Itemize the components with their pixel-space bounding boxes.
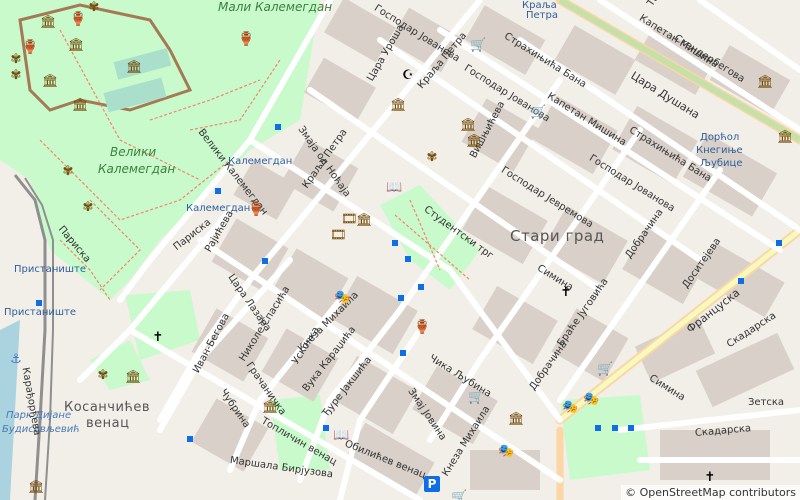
viewpoint-icon[interactable]: ✾ — [80, 200, 96, 216]
label-dorcol-1: Дорћол — [700, 132, 740, 143]
bus-stop-icon[interactable] — [398, 295, 404, 301]
arts-centre-icon[interactable]: 🏺 — [22, 40, 38, 56]
museum-icon[interactable]: 🏛 — [262, 400, 279, 416]
label-kralja-petra-top2: Петра — [526, 10, 558, 21]
bus-stop-icon[interactable] — [612, 425, 618, 431]
museum-icon[interactable]: 🏛 — [72, 98, 89, 114]
label-mali-kalemegdan: Мали Калемегдан — [218, 0, 333, 14]
place-of-worship-icon[interactable]: ✝ — [558, 285, 574, 301]
bus-stop-icon[interactable] — [275, 124, 281, 130]
museum-icon[interactable]: 🏛 — [466, 134, 483, 150]
museum-icon[interactable]: 🏛 — [508, 412, 525, 428]
museum-icon[interactable]: 🏛 — [126, 60, 143, 76]
bus-stop-icon[interactable] — [262, 258, 268, 264]
bus-stop-icon[interactable] — [400, 350, 406, 356]
museum-icon[interactable]: 🏛 — [390, 98, 407, 114]
viewpoint-icon[interactable]: ✾ — [8, 68, 24, 84]
bus-stop-icon[interactable] — [418, 284, 424, 290]
museum-icon[interactable]: 🏛 — [460, 118, 477, 134]
bus-stop-icon[interactable] — [628, 425, 634, 431]
place-of-worship-icon[interactable]: ✝ — [150, 330, 166, 346]
parking-icon[interactable]: P — [424, 476, 440, 492]
viewpoint-icon[interactable]: ✾ — [95, 368, 111, 384]
label-kalemegdan-stop-2: Калемегдан — [186, 203, 251, 214]
attribution-link[interactable]: OpenStreetMap contributors — [640, 486, 796, 499]
label-veliki-kalemegdan-park-1: Велики — [110, 145, 157, 159]
museum-icon[interactable]: 🏛 — [356, 213, 373, 229]
mosque-icon[interactable]: ☪ — [400, 68, 416, 84]
museum-icon[interactable]: 🏛 — [757, 75, 774, 91]
bus-stop-icon[interactable] — [595, 425, 601, 431]
bus-stop-icon[interactable] — [323, 425, 329, 431]
bus-stop-icon[interactable] — [405, 256, 411, 262]
bus-stop-icon[interactable] — [738, 278, 744, 284]
shop-icon[interactable]: 🛒 — [470, 38, 486, 54]
anchor-icon[interactable]: ⚓ — [8, 352, 24, 368]
arts-centre-icon[interactable]: 🏺 — [414, 320, 430, 336]
bus-stop-icon[interactable] — [187, 436, 193, 442]
cinema-icon[interactable]: 🎞 — [330, 228, 347, 244]
museum-icon[interactable]: 🏛 — [28, 480, 45, 496]
viewpoint-icon[interactable]: ✾ — [60, 164, 76, 180]
bus-stop-icon[interactable] — [36, 300, 42, 306]
bus-stop-icon[interactable] — [776, 240, 782, 246]
theatre-icon[interactable]: 🎭 — [583, 392, 599, 408]
label-kalemegdan-stop-1: Калемегдан — [228, 156, 293, 167]
library-icon[interactable]: 📖 — [386, 180, 402, 196]
arts-centre-icon[interactable]: 🏺 — [70, 12, 86, 28]
theatre-icon[interactable]: 🎭 — [562, 400, 578, 416]
shop-icon[interactable]: 🛒 — [530, 105, 546, 121]
theatre-icon[interactable]: 🎭 — [334, 290, 350, 306]
cinema-icon[interactable]: 🎞 — [341, 212, 358, 228]
theatre-icon[interactable]: 🎭 — [498, 444, 514, 460]
library-icon[interactable]: 📖 — [333, 428, 349, 444]
railway — [13, 174, 47, 500]
shop-icon[interactable]: 🛒 — [451, 490, 467, 500]
label-dorcol-3: Љубице — [700, 158, 743, 169]
label-zetska: Зетска — [748, 397, 785, 408]
label-dorcol-2: Кнегиње — [696, 145, 743, 156]
label-kosancicev-1: Косанчићев — [64, 400, 151, 415]
label-pristaniste-2: Пристаниште — [4, 307, 76, 318]
arts-centre-icon[interactable]: 🏺 — [238, 32, 254, 48]
place-of-worship-icon[interactable]: ✝ — [702, 470, 718, 486]
label-kosancicev-2: венац — [86, 416, 130, 431]
map-attribution: © OpenStreetMap contributors — [621, 485, 800, 500]
viewpoint-icon[interactable]: ✾ — [424, 150, 440, 166]
bus-stop-icon[interactable] — [392, 240, 398, 246]
viewpoint-icon[interactable]: ✾ — [86, 0, 102, 16]
bus-stop-icon[interactable] — [215, 188, 221, 194]
arts-centre-icon[interactable]: 🏺 — [248, 202, 264, 218]
map[interactable]: Мали Калемегдан Велики Калемегдан Велики… — [0, 0, 800, 500]
label-pristaniste-1: Пристаниште — [14, 264, 86, 275]
museum-icon[interactable]: 🏛 — [40, 15, 57, 31]
museum-icon[interactable]: 🏛 — [42, 74, 59, 90]
museum-icon[interactable]: 🏛 — [125, 370, 142, 386]
museum-icon[interactable]: 🏛 — [68, 38, 85, 54]
shop-icon[interactable]: 🛒 — [468, 390, 484, 406]
label-stari-grad: Стари град — [510, 227, 605, 245]
shop-icon[interactable]: 🛒 — [597, 362, 613, 378]
attribution-prefix: © — [625, 486, 640, 499]
museum-icon[interactable]: 🏛 — [777, 130, 794, 146]
label-veliki-kalemegdan-park-2: Калемегдан — [98, 162, 176, 176]
